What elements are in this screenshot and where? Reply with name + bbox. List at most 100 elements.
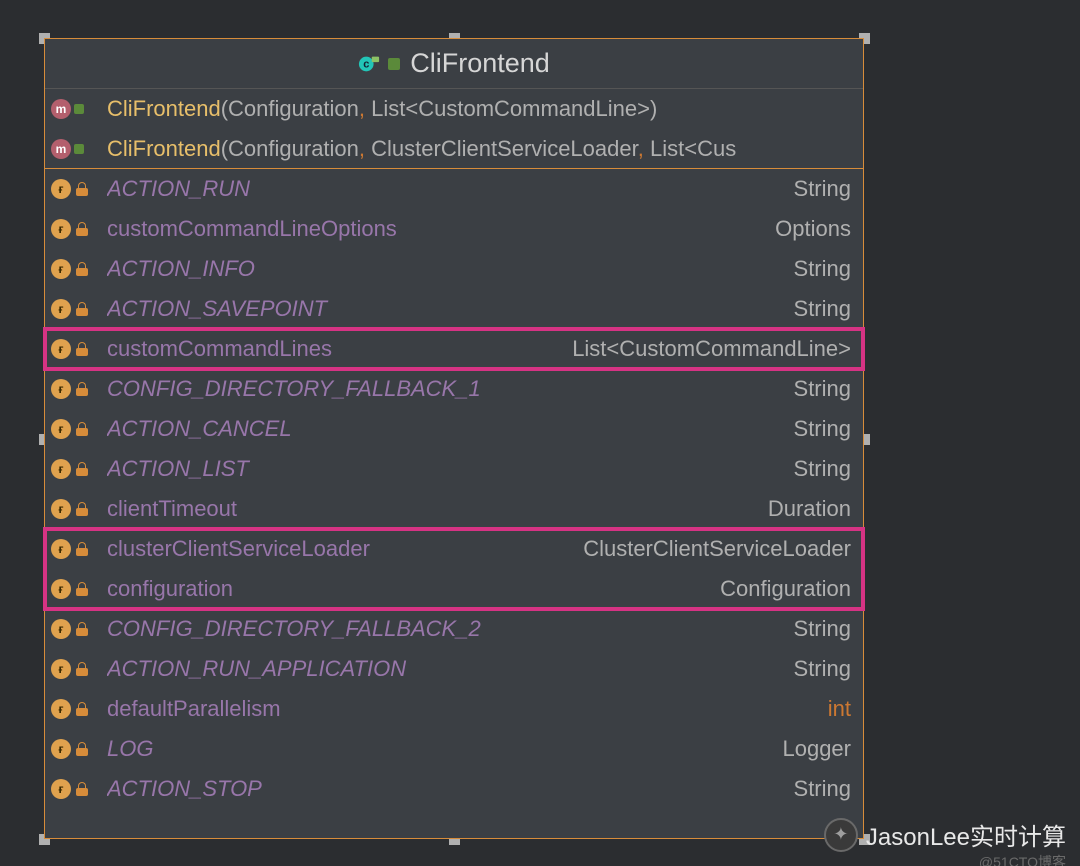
lock-icon (76, 422, 88, 436)
field-name: customCommandLines (107, 336, 572, 362)
field-type: String (794, 776, 851, 802)
field-type: String (794, 376, 851, 402)
field-name: ACTION_SAVEPOINT (107, 296, 794, 322)
field-type: Logger (782, 736, 851, 762)
lock-icon (76, 502, 88, 516)
constructor-signature: CliFrontend(Configuration, List<CustomCo… (107, 96, 851, 122)
watermark-text: JasonLee实时计算 (866, 817, 1066, 852)
field-icon (51, 259, 71, 279)
modifier-icon (388, 58, 400, 70)
watermark: ✦ JasonLee实时计算 (824, 817, 1066, 852)
field-name: clusterClientServiceLoader (107, 536, 583, 562)
constructor-row[interactable]: CliFrontend(Configuration, ClusterClient… (45, 129, 863, 169)
class-structure-panel: c CliFrontend CliFrontend(Configuration,… (44, 38, 864, 839)
field-name: LOG (107, 736, 782, 762)
field-row[interactable]: customCommandLinesList<CustomCommandLine… (45, 329, 863, 369)
field-type: String (794, 256, 851, 282)
lock-icon (76, 182, 88, 196)
field-icon (51, 379, 71, 399)
field-row[interactable]: ACTION_INFOString (45, 249, 863, 289)
field-type: String (794, 416, 851, 442)
lock-icon (76, 702, 88, 716)
field-icon (51, 179, 71, 199)
highlight-group: customCommandLinesList<CustomCommandLine… (45, 329, 863, 369)
lock-icon (76, 262, 88, 276)
field-type: String (794, 296, 851, 322)
field-row[interactable]: clientTimeoutDuration (45, 489, 863, 529)
field-row[interactable]: configurationConfiguration (45, 569, 863, 609)
field-name: ACTION_INFO (107, 256, 794, 282)
field-type: Options (775, 216, 851, 242)
field-type: int (828, 696, 851, 722)
field-icon (51, 579, 71, 599)
field-row[interactable]: CONFIG_DIRECTORY_FALLBACK_1String (45, 369, 863, 409)
constructor-row[interactable]: CliFrontend(Configuration, List<CustomCo… (45, 89, 863, 129)
field-icon (51, 499, 71, 519)
highlight-group: clusterClientServiceLoaderClusterClientS… (45, 529, 863, 609)
field-icon (51, 219, 71, 239)
svg-text:c: c (363, 58, 369, 70)
field-icon (51, 419, 71, 439)
field-row[interactable]: ACTION_STOPString (45, 769, 863, 809)
class-name: CliFrontend (410, 48, 550, 79)
watermark-icon: ✦ (824, 818, 858, 852)
field-type: Configuration (720, 576, 851, 602)
field-row[interactable]: ACTION_SAVEPOINTString (45, 289, 863, 329)
field-icon (51, 459, 71, 479)
field-row[interactable]: clusterClientServiceLoaderClusterClientS… (45, 529, 863, 569)
field-icon (51, 339, 71, 359)
field-row[interactable]: ACTION_RUN_APPLICATIONString (45, 649, 863, 689)
lock-icon (76, 622, 88, 636)
modifier-icon (74, 144, 84, 154)
field-name: ACTION_RUN (107, 176, 794, 202)
field-name: ACTION_RUN_APPLICATION (107, 656, 794, 682)
lock-icon (76, 782, 88, 796)
field-row[interactable]: customCommandLineOptionsOptions (45, 209, 863, 249)
field-icon (51, 299, 71, 319)
field-name: CONFIG_DIRECTORY_FALLBACK_2 (107, 616, 794, 642)
title-bar: c CliFrontend (45, 39, 863, 89)
field-row[interactable]: ACTION_RUNString (45, 169, 863, 209)
field-icon (51, 739, 71, 759)
field-icon (51, 779, 71, 799)
field-icon (51, 619, 71, 639)
lock-icon (76, 342, 88, 356)
class-icon: c (358, 53, 380, 75)
field-type: ClusterClientServiceLoader (583, 536, 851, 562)
lock-icon (76, 742, 88, 756)
field-name: ACTION_LIST (107, 456, 794, 482)
watermark-sub: @51CTO博客 (979, 852, 1066, 866)
lock-icon (76, 302, 88, 316)
field-name: defaultParallelism (107, 696, 828, 722)
field-name: ACTION_STOP (107, 776, 794, 802)
lock-icon (76, 662, 88, 676)
lock-icon (76, 382, 88, 396)
field-row[interactable]: LOGLogger (45, 729, 863, 769)
lock-icon (76, 582, 88, 596)
lock-icon (76, 542, 88, 556)
field-icon (51, 699, 71, 719)
field-name: ACTION_CANCEL (107, 416, 794, 442)
field-icon (51, 539, 71, 559)
modifier-icon (74, 104, 84, 114)
field-type: String (794, 616, 851, 642)
lock-icon (76, 462, 88, 476)
field-row[interactable]: defaultParallelismint (45, 689, 863, 729)
field-type: Duration (768, 496, 851, 522)
lock-icon (76, 222, 88, 236)
field-name: customCommandLineOptions (107, 216, 775, 242)
method-icon (51, 99, 71, 119)
field-name: clientTimeout (107, 496, 768, 522)
field-row[interactable]: ACTION_LISTString (45, 449, 863, 489)
field-type: String (794, 456, 851, 482)
field-type: String (794, 656, 851, 682)
field-type: List<CustomCommandLine> (572, 336, 851, 362)
field-row[interactable]: ACTION_CANCELString (45, 409, 863, 449)
field-icon (51, 659, 71, 679)
method-icon (51, 139, 71, 159)
field-type: String (794, 176, 851, 202)
field-name: configuration (107, 576, 720, 602)
field-row[interactable]: CONFIG_DIRECTORY_FALLBACK_2String (45, 609, 863, 649)
field-name: CONFIG_DIRECTORY_FALLBACK_1 (107, 376, 794, 402)
constructor-signature: CliFrontend(Configuration, ClusterClient… (107, 136, 851, 162)
